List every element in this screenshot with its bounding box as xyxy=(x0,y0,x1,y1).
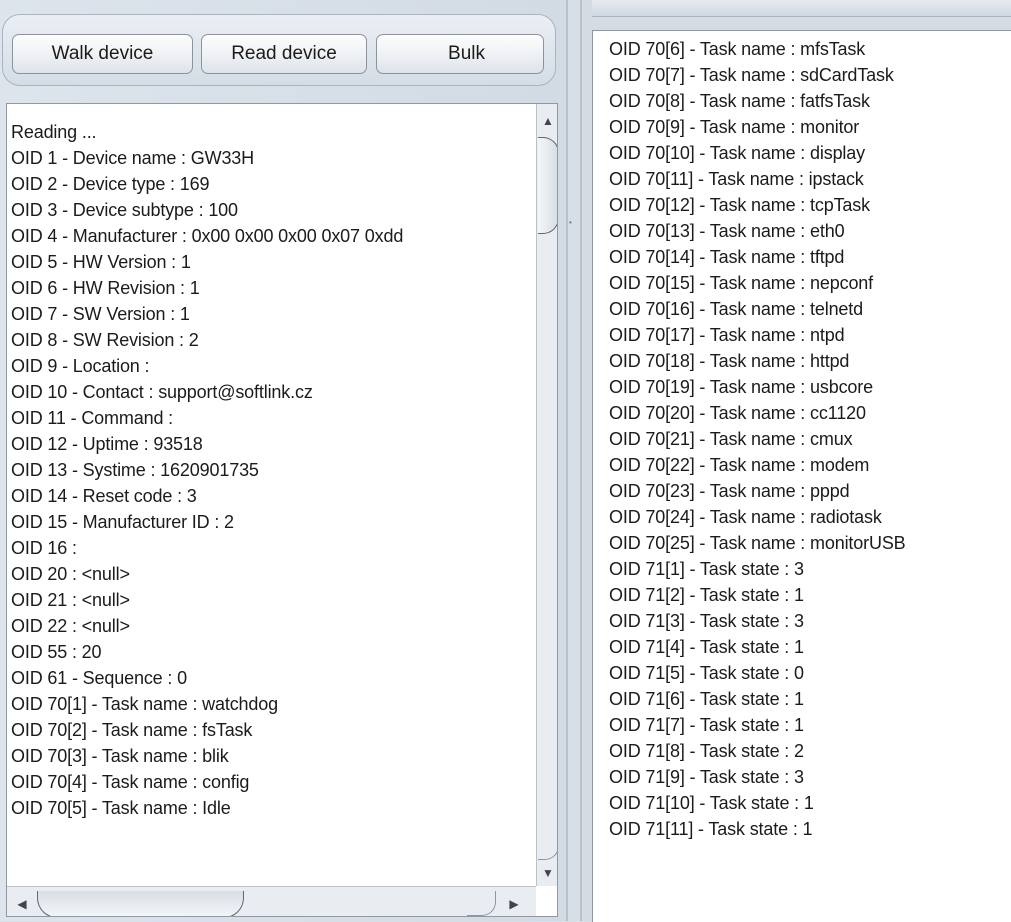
horizontal-scroll-thumb[interactable] xyxy=(37,891,244,916)
output-line: OID 71[9] - Task state : 3 xyxy=(609,767,804,787)
output-line: OID 21 : <null> xyxy=(11,590,130,610)
output-line: OID 71[1] - Task state : 3 xyxy=(609,559,804,579)
panel-splitter[interactable]: • xyxy=(566,0,582,921)
output-line: OID 70[17] - Task name : ntpd xyxy=(609,325,845,345)
left-horizontal-scrollbar[interactable]: ◀ ▶ xyxy=(7,886,536,916)
output-line: OID 70[18] - Task name : httpd xyxy=(609,351,850,371)
output-line: OID 14 - Reset code : 3 xyxy=(11,486,197,506)
output-line: OID 8 - SW Revision : 2 xyxy=(11,330,199,350)
output-line: OID 70[9] - Task name : monitor xyxy=(609,117,860,137)
output-line: OID 61 - Sequence : 0 xyxy=(11,668,187,688)
walk-device-button[interactable]: Walk device xyxy=(12,34,193,74)
output-line: OID 71[3] - Task state : 3 xyxy=(609,611,804,631)
output-line: OID 3 - Device subtype : 100 xyxy=(11,200,238,220)
output-line: OID 70[1] - Task name : watchdog xyxy=(11,694,279,714)
output-line: OID 70[21] - Task name : cmux xyxy=(609,429,853,449)
right-output-text: OID 70[6] - Task name : mfsTask OID 70[7… xyxy=(609,36,1009,842)
right-panel-header xyxy=(592,0,1011,17)
scroll-track-end xyxy=(467,891,496,916)
grip-icon: • xyxy=(569,218,572,227)
right-panel: OID 70[6] - Task name : mfsTask OID 70[7… xyxy=(582,0,1011,922)
output-line: OID 70[7] - Task name : sdCardTask xyxy=(609,65,894,85)
output-line: OID 7 - SW Version : 1 xyxy=(11,304,190,324)
output-line: OID 71[11] - Task state : 1 xyxy=(609,819,813,839)
output-line: OID 4 - Manufacturer : 0x00 0x00 0x00 0x… xyxy=(11,226,404,246)
output-line: OID 70[15] - Task name : nepconf xyxy=(609,273,874,293)
output-line: OID 9 - Location : xyxy=(11,356,150,376)
output-line: OID 11 - Command : xyxy=(11,408,174,428)
output-line: OID 1 - Device name : GW33H xyxy=(11,148,255,168)
output-line: OID 70[25] - Task name : monitorUSB xyxy=(609,533,906,553)
output-line: OID 70[5] - Task name : Idle xyxy=(11,798,231,818)
output-line: OID 22 : <null> xyxy=(11,616,130,636)
scroll-track-end xyxy=(538,819,557,860)
output-line: OID 55 : 20 xyxy=(11,642,102,662)
output-line: OID 70[8] - Task name : fatfsTask xyxy=(609,91,870,111)
output-line: OID 70[6] - Task name : mfsTask xyxy=(609,39,866,59)
vertical-scroll-thumb[interactable] xyxy=(538,137,557,234)
output-line: OID 2 - Device type : 169 xyxy=(11,174,210,194)
output-line: OID 12 - Uptime : 93518 xyxy=(11,434,203,454)
output-line: OID 70[19] - Task name : usbcore xyxy=(609,377,873,397)
output-line: OID 71[7] - Task state : 1 xyxy=(609,715,804,735)
arrow-right-icon[interactable]: ▶ xyxy=(503,893,525,915)
output-line: OID 70[20] - Task name : cc1120 xyxy=(609,403,866,423)
output-line: OID 10 - Contact : support@softlink.cz xyxy=(11,382,313,402)
left-output-area[interactable]: Reading ... OID 1 - Device name : GW33H … xyxy=(6,103,558,917)
arrow-up-icon[interactable]: ▲ xyxy=(537,110,557,132)
output-line: OID 71[4] - Task state : 1 xyxy=(609,637,804,657)
output-line: OID 71[5] - Task state : 0 xyxy=(609,663,804,683)
output-line: OID 71[2] - Task state : 1 xyxy=(609,585,804,605)
output-line: OID 70[12] - Task name : tcpTask xyxy=(609,195,870,215)
toolbar: Walk device Read device Bulk xyxy=(2,14,556,86)
output-line: Reading ... xyxy=(11,122,97,142)
output-line: OID 70[22] - Task name : modem xyxy=(609,455,870,475)
output-line: OID 6 - HW Revision : 1 xyxy=(11,278,200,298)
output-line: OID 70[14] - Task name : tftpd xyxy=(609,247,845,267)
output-line: OID 71[8] - Task state : 2 xyxy=(609,741,804,761)
output-line: OID 70[13] - Task name : eth0 xyxy=(609,221,845,241)
left-vertical-scrollbar[interactable]: ▲ ▼ xyxy=(536,104,557,886)
output-line: OID 20 : <null> xyxy=(11,564,130,584)
output-line: OID 71[10] - Task state : 1 xyxy=(609,793,814,813)
output-line: OID 16 : xyxy=(11,538,77,558)
arrow-down-icon[interactable]: ▼ xyxy=(537,862,557,884)
right-output-area[interactable]: OID 70[6] - Task name : mfsTask OID 70[7… xyxy=(592,30,1011,922)
left-panel: Walk device Read device Bulk Reading ...… xyxy=(0,0,566,921)
output-line: OID 70[10] - Task name : display xyxy=(609,143,865,163)
output-line: OID 13 - Systime : 1620901735 xyxy=(11,460,259,480)
output-line: OID 70[16] - Task name : telnetd xyxy=(609,299,864,319)
output-line: OID 70[3] - Task name : blik xyxy=(11,746,229,766)
output-line: OID 70[4] - Task name : config xyxy=(11,772,250,792)
output-line: OID 71[6] - Task state : 1 xyxy=(609,689,804,709)
output-line: OID 70[24] - Task name : radiotask xyxy=(609,507,882,527)
arrow-left-icon[interactable]: ◀ xyxy=(11,893,33,915)
bulk-button[interactable]: Bulk xyxy=(376,34,544,74)
left-output-text: Reading ... OID 1 - Device name : GW33H … xyxy=(11,119,531,821)
read-device-button[interactable]: Read device xyxy=(201,34,367,74)
output-line: OID 70[23] - Task name : pppd xyxy=(609,481,850,501)
output-line: OID 5 - HW Version : 1 xyxy=(11,252,191,272)
output-line: OID 70[11] - Task name : ipstack xyxy=(609,169,864,189)
output-line: OID 70[2] - Task name : fsTask xyxy=(11,720,253,740)
output-line: OID 15 - Manufacturer ID : 2 xyxy=(11,512,234,532)
